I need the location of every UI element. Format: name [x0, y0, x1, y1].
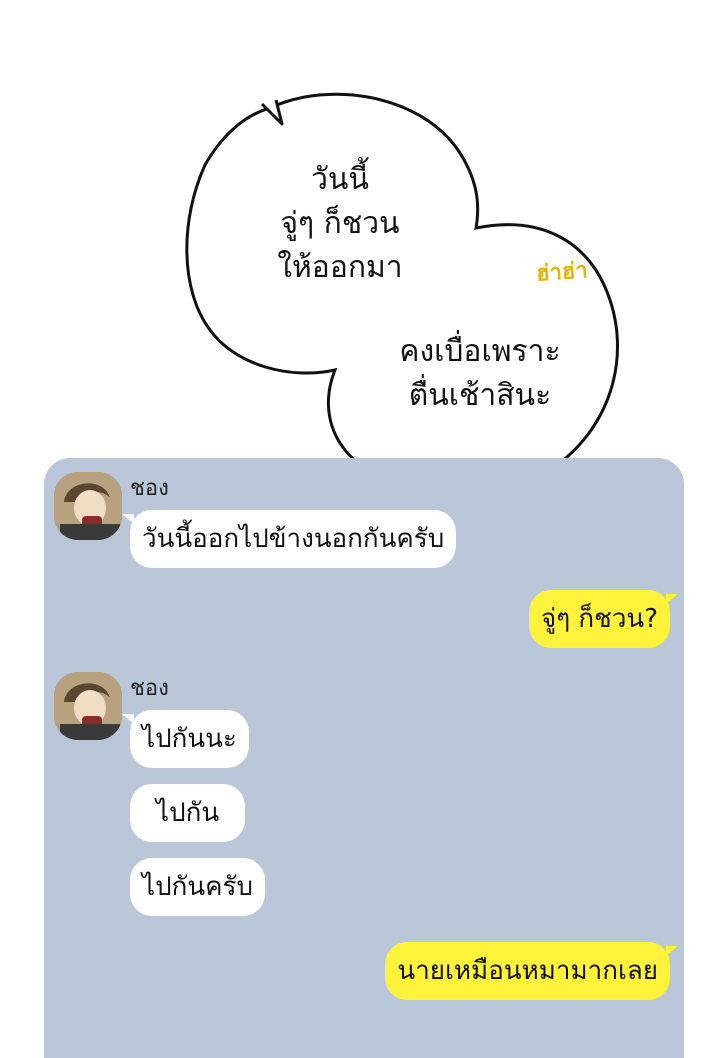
thought-line: จู่ๆ ก็ชวน: [280, 206, 400, 241]
sender-name: ชอง: [130, 476, 169, 501]
thought-line: ตื่นเช้าสินะ: [408, 378, 552, 413]
sender-name: ชอง: [130, 676, 169, 701]
incoming-message[interactable]: ไปกันครับ: [130, 858, 265, 916]
avatar[interactable]: [54, 472, 122, 540]
laugh-sfx: ฮ่าฮ่า: [535, 258, 589, 287]
thought-line: ให้ออกมา: [277, 250, 403, 285]
thought-text-left: วันนี้ จู่ๆ ก็ชวน ให้ออกมา: [230, 158, 450, 290]
avatar-image-icon: [54, 472, 122, 540]
incoming-message[interactable]: ไปกัน: [130, 784, 246, 842]
outgoing-message[interactable]: จู่ๆ ก็ชวน?: [528, 590, 679, 648]
thought-text-right: คงเบื่อเพราะ ตื่นเช้าสินะ: [380, 330, 580, 418]
avatar-image-icon: [54, 672, 122, 740]
incoming-message[interactable]: วันนี้ออกไปข้างนอกกันครับ: [121, 510, 457, 568]
thought-line: วันนี้: [311, 162, 369, 197]
avatar[interactable]: [54, 672, 122, 740]
outgoing-message[interactable]: นายเหมือนหมามากเลย: [385, 942, 678, 1000]
chat-panel[interactable]: ชอง วันนี้ออกไปข้างนอกกันครับ จู่ๆ ก็ชวน…: [44, 458, 684, 1058]
incoming-message[interactable]: ไปกันนะ: [122, 710, 249, 768]
thought-line: คงเบื่อเพราะ: [399, 334, 561, 369]
